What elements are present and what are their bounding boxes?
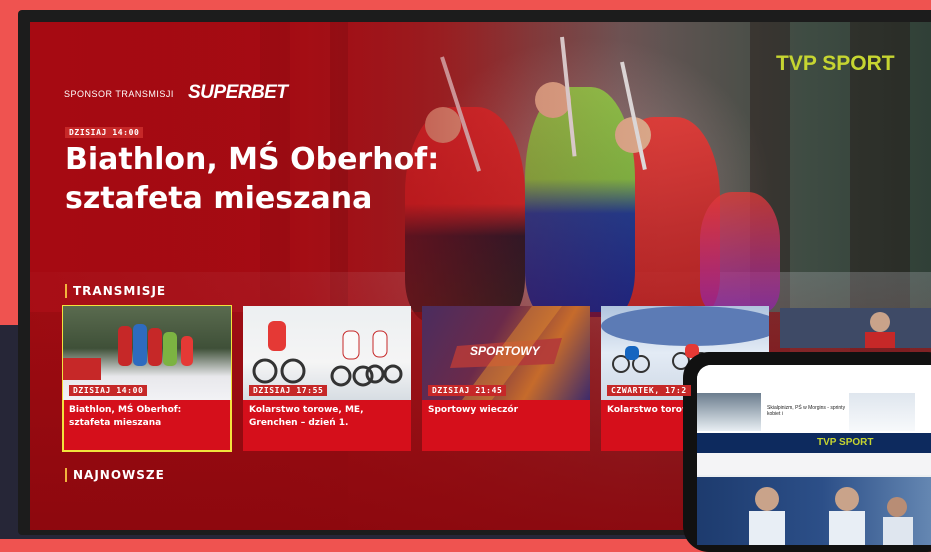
card-title: Biathlon, MŚ Oberhof: sztafeta mieszana: [69, 405, 182, 428]
phone-screen: Skialpinizm, PŚ w Morgins - sprinty kobi…: [697, 365, 931, 545]
phone-nav-bar: [697, 453, 931, 475]
card-time-badge: CZWARTEK, 17:2: [607, 385, 691, 396]
section-title-najnowsze: NAJNOWSZE: [65, 468, 165, 482]
phone-tile-image: [697, 393, 761, 431]
sponsor-label: SPONSOR TRANSMISJI: [64, 89, 174, 99]
phone-brand-logo: TVP SPORT: [817, 437, 874, 448]
card-time-badge: DZISIAJ 14:00: [69, 385, 148, 396]
phone-hero-photo: [697, 477, 931, 545]
partial-thumbnail-art: [780, 308, 931, 348]
card-title: Sportowy wieczór: [428, 405, 519, 415]
phone-header: [697, 433, 931, 453]
card-time-badge: DZISIAJ 17:55: [249, 385, 328, 396]
tvp-sport-logo: TVP SPORT: [776, 52, 895, 75]
broadcast-card[interactable]: SPORTOWY DZISIAJ 21:45 Sportowy wieczór: [422, 306, 590, 451]
phone-players-art: [749, 487, 913, 545]
card-time-badge: DZISIAJ 21:45: [428, 385, 507, 396]
phone-tile-text: Skialpinizm, PŚ w Morgins - sprinty kobi…: [767, 405, 846, 417]
hero-time-badge: DZISIAJ 14:00: [65, 127, 144, 138]
broadcast-card[interactable]: DZISIAJ 14:00 Biathlon, MŚ Oberhof: szta…: [62, 305, 232, 452]
phone-tile-image: [849, 393, 915, 431]
card-title: Kolarstwo torowe, ME, Grenchen – dzień 1…: [249, 405, 364, 428]
broadcast-card[interactable]: DZISIAJ 17:55 Kolarstwo torowe, ME, Gren…: [243, 306, 411, 451]
sportowy-logo: SPORTOWY: [470, 344, 540, 358]
sponsor-logo: SUPERBET: [188, 82, 288, 103]
broadcast-card-partial[interactable]: [780, 308, 931, 348]
hero-title: Biathlon, MŚ Oberhof: sztafeta mieszana: [65, 142, 440, 216]
section-title-transmisje: TRANSMISJE: [65, 284, 166, 298]
